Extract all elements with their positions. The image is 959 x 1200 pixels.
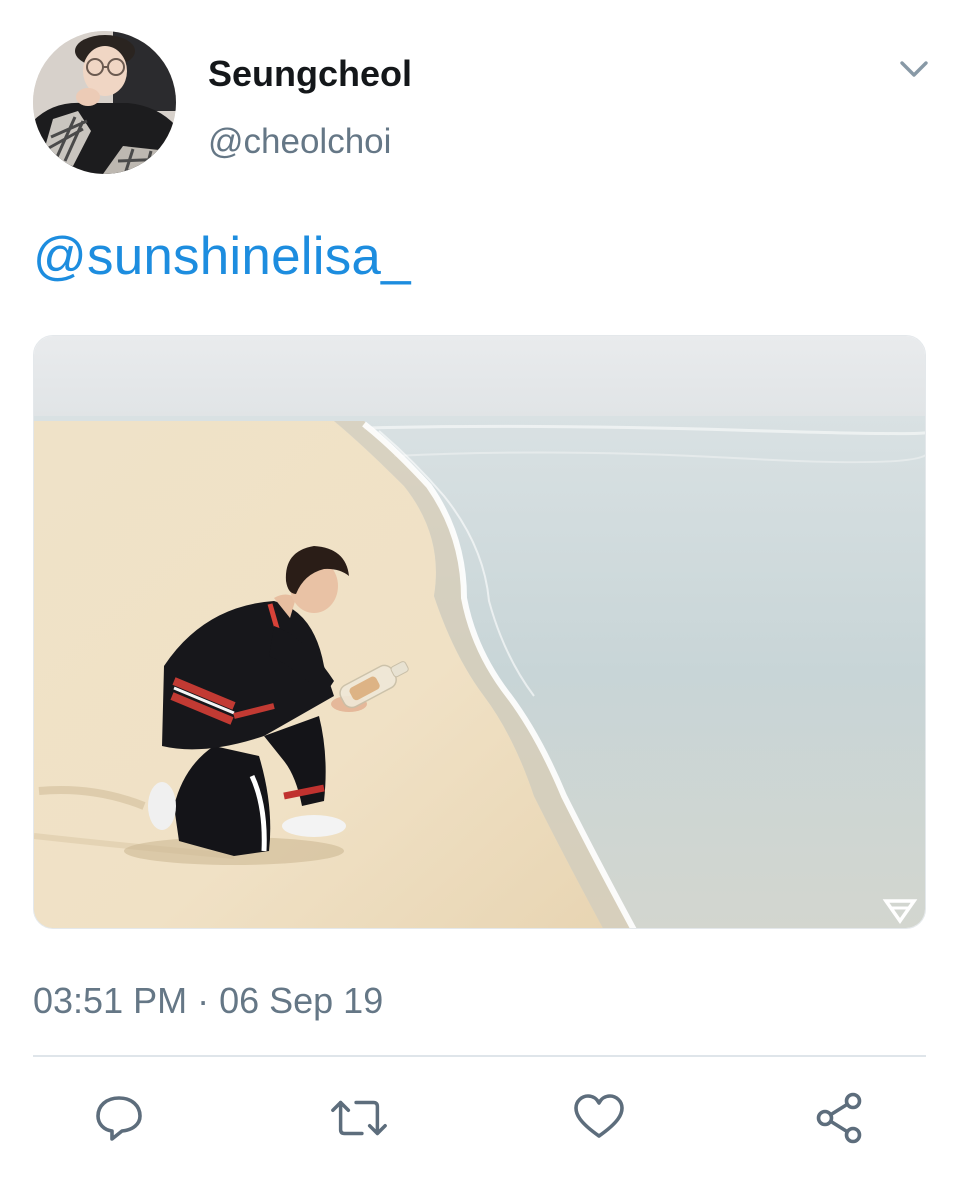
share-icon xyxy=(816,1092,862,1144)
tweet-text-mention[interactable]: @sunshinelisa_ xyxy=(33,226,411,287)
reply-icon xyxy=(96,1096,142,1141)
retweet-button[interactable] xyxy=(329,1088,389,1148)
author-handle[interactable]: @cheolchoi xyxy=(208,122,391,162)
like-icon xyxy=(574,1094,624,1138)
avatar[interactable] xyxy=(33,31,176,174)
retweet-icon xyxy=(331,1100,387,1136)
chevron-down-icon xyxy=(900,61,928,77)
like-button[interactable] xyxy=(569,1088,629,1148)
tweet-timestamp: 03:51 PM · 06 Sep 19 xyxy=(33,980,384,1021)
divider xyxy=(33,1055,926,1057)
tweet-menu-button[interactable] xyxy=(897,56,931,82)
avatar-image xyxy=(33,31,176,174)
share-button[interactable] xyxy=(810,1088,870,1148)
reply-button[interactable] xyxy=(89,1088,149,1148)
beach-photo xyxy=(34,336,925,928)
tweet-media-image[interactable] xyxy=(33,335,926,929)
author-display-name[interactable]: Seungcheol xyxy=(208,53,412,95)
